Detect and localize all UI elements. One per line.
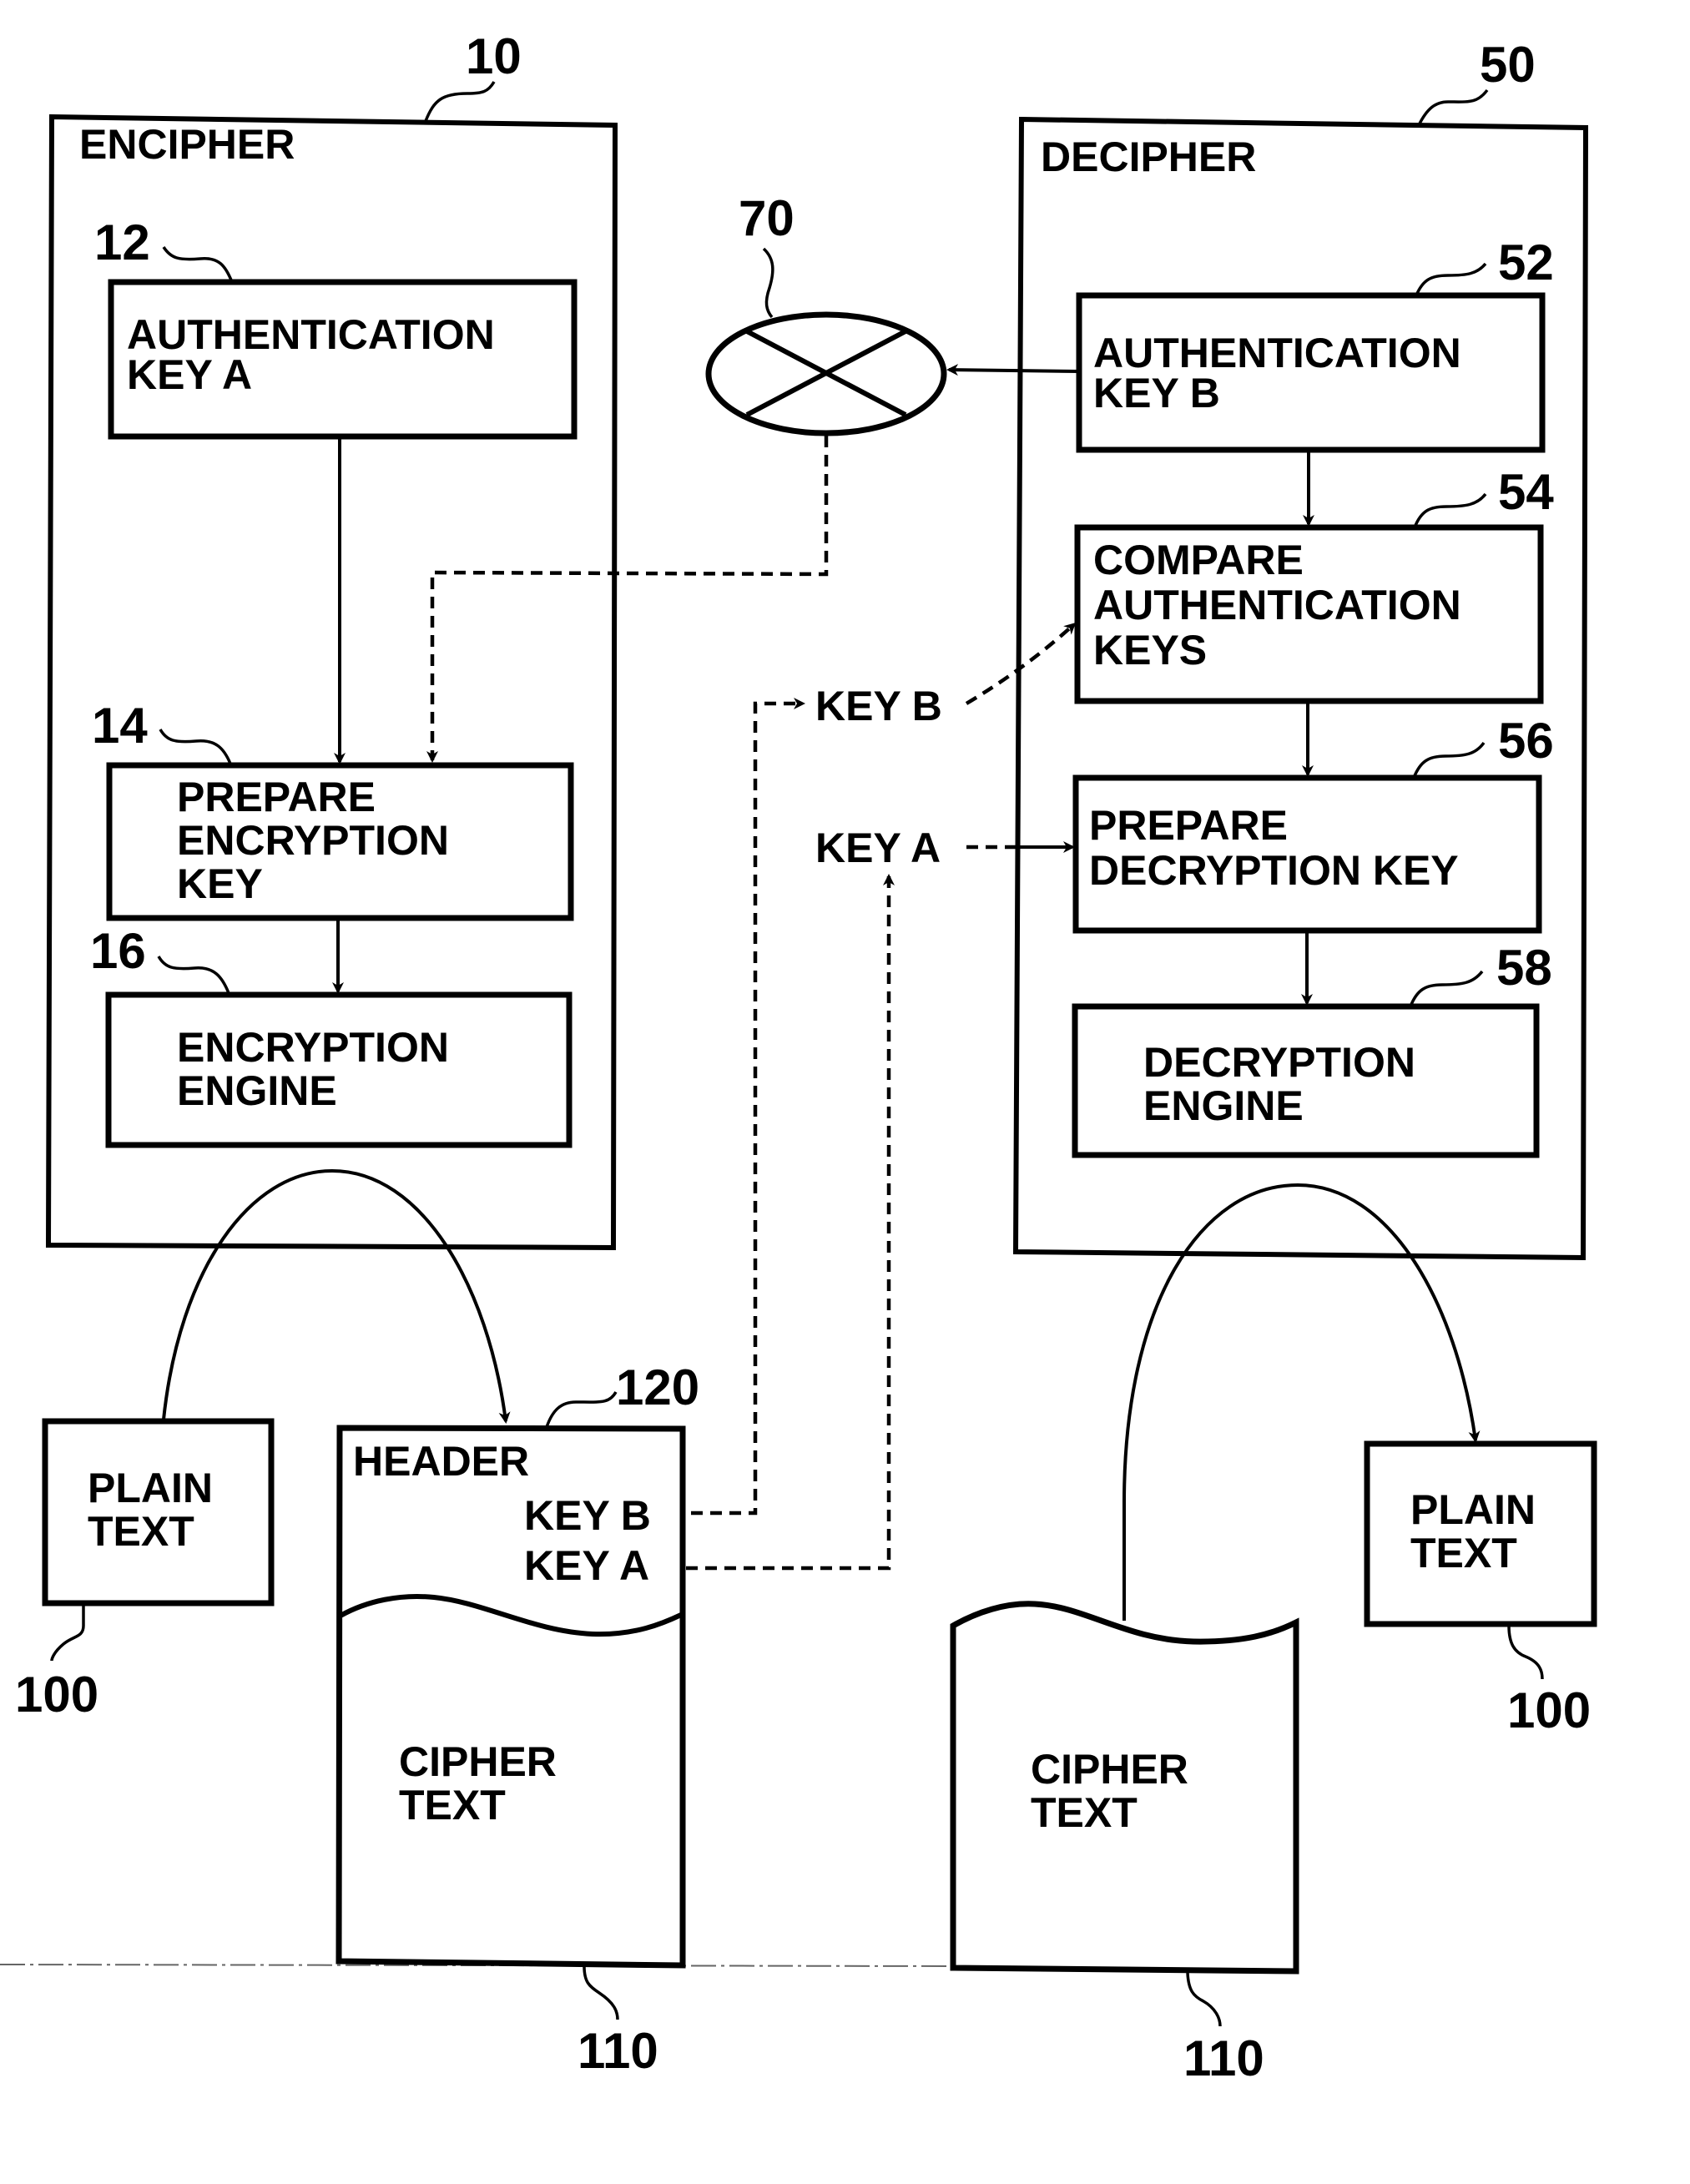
dashed-combiner-to-14 xyxy=(426,436,829,763)
cipher-doc-left-header-label: HEADER xyxy=(353,1438,529,1485)
encipher-ref: 10 xyxy=(466,28,522,84)
decipher-ref-leader xyxy=(1417,88,1489,126)
cipher-doc-left-body-line1: CIPHER xyxy=(399,1738,557,1785)
block-12-ref-leader xyxy=(162,246,234,283)
encryption-engine-line2: ENGINE xyxy=(177,1067,337,1114)
plain-text-left-line1: PLAIN xyxy=(88,1465,213,1511)
arc-plain-to-cipher xyxy=(162,1168,511,1424)
prepare-encryption-key-line2: ENCRYPTION xyxy=(177,817,449,864)
cipher-doc-right-ref: 110 xyxy=(1183,2030,1264,2086)
plain-text-output: PLAIN TEXT 100 xyxy=(1364,1440,1597,1738)
cipher-doc-left-body-line2: TEXT xyxy=(399,1782,506,1828)
authentication-key-b-line2: KEY B xyxy=(1093,370,1220,416)
block-54-ref-leader xyxy=(1413,492,1487,528)
compare-keys-line2: AUTHENTICATION xyxy=(1093,582,1461,628)
cipher-doc-left-ref-leader xyxy=(583,1965,619,2020)
block-54-ref: 54 xyxy=(1498,464,1554,520)
cipher-document-right: CIPHER TEXT 110 xyxy=(950,1601,1299,2086)
cipher-doc-right-body-line2: TEXT xyxy=(1031,1789,1138,1836)
combiner-70: 70 xyxy=(426,190,1079,763)
header-ref-leader xyxy=(545,1391,618,1428)
arrow-52-to-combiner xyxy=(946,364,1079,376)
block-12-ref: 12 xyxy=(94,214,150,270)
header-ref: 120 xyxy=(616,1359,699,1415)
prepare-decryption-key-line2: DECRYPTION KEY xyxy=(1089,847,1459,894)
prepare-decryption-key-block: PREPARE DECRYPTION KEY 56 xyxy=(1072,713,1554,934)
block-14-ref-leader xyxy=(159,729,232,764)
block-56-ref-leader xyxy=(1412,741,1486,779)
block-58-ref: 58 xyxy=(1496,940,1552,996)
cipher-document-left: HEADER KEY B KEY A CIPHER TEXT 120 110 xyxy=(335,1359,699,2079)
decipher-title: DECIPHER xyxy=(1041,134,1256,180)
decipher-unit: DECIPHER 50 AUTHENTICATION KEY B 52 COMP… xyxy=(1012,37,1589,1261)
floating-key-b-label: KEY B xyxy=(815,683,942,729)
authentication-key-a-block: AUTHENTICATION KEY A 12 xyxy=(94,214,578,440)
compare-authentication-keys-block: COMPARE AUTHENTICATION KEYS 54 xyxy=(1074,464,1554,704)
block-14-ref: 14 xyxy=(92,698,148,754)
decipher-ref: 50 xyxy=(1480,37,1536,93)
encryption-system-diagram: ENCIPHER 10 AUTHENTICATION KEY A 12 PREP… xyxy=(0,28,1597,2086)
encipher-title: ENCIPHER xyxy=(79,121,295,168)
plain-text-right-line1: PLAIN xyxy=(1410,1486,1536,1533)
prepare-encryption-key-line3: KEY xyxy=(177,860,263,907)
plain-text-right-line2: TEXT xyxy=(1410,1530,1517,1576)
plain-text-right-ref: 100 xyxy=(1507,1682,1591,1738)
dashed-header-key-b-to-label xyxy=(691,698,805,1516)
encipher-ref-leader xyxy=(424,81,496,122)
decryption-engine-line2: ENGINE xyxy=(1143,1082,1304,1129)
decryption-engine-block: DECRYPTION ENGINE 58 xyxy=(1072,940,1552,1158)
cipher-doc-left-key-a: KEY A xyxy=(524,1542,649,1589)
plain-text-right-ref-leader xyxy=(1507,1625,1544,1680)
plain-text-input: PLAIN TEXT 100 xyxy=(15,1418,275,1722)
prepare-decryption-key-line1: PREPARE xyxy=(1089,802,1288,849)
authentication-key-a-line2: KEY A xyxy=(127,351,252,398)
encipher-unit: ENCIPHER 10 AUTHENTICATION KEY A 12 PREP… xyxy=(45,28,618,1251)
combiner-ref-leader xyxy=(762,247,774,319)
prepare-encryption-key-line1: PREPARE xyxy=(177,774,376,820)
cipher-doc-right-ref-leader xyxy=(1186,1972,1222,2027)
compare-keys-line3: KEYS xyxy=(1093,627,1207,673)
cipher-doc-left-ref: 110 xyxy=(578,2023,658,2079)
authentication-key-b-block: AUTHENTICATION KEY B 52 xyxy=(1076,235,1554,453)
decryption-engine-line1: DECRYPTION xyxy=(1143,1039,1415,1086)
combiner-ref: 70 xyxy=(739,190,795,246)
block-56-ref: 56 xyxy=(1498,713,1554,769)
block-58-ref-leader xyxy=(1409,970,1484,1007)
compare-keys-line1: COMPARE xyxy=(1093,537,1304,583)
dashed-header-key-a-to-label xyxy=(686,874,895,1571)
plain-text-left-ref-leader xyxy=(50,1605,85,1662)
encryption-engine-block: ENCRYPTION ENGINE 16 xyxy=(90,923,573,1148)
block-16-ref-leader xyxy=(157,956,230,994)
scan-artifact-line xyxy=(0,1964,952,1967)
cipher-doc-left-key-b: KEY B xyxy=(524,1492,651,1539)
cipher-doc-right-body-line1: CIPHER xyxy=(1031,1746,1188,1793)
floating-key-a-label: KEY A xyxy=(815,825,941,871)
prepare-encryption-key-block: PREPARE ENCRYPTION KEY 14 xyxy=(92,698,574,921)
encryption-engine-line1: ENCRYPTION xyxy=(177,1024,449,1071)
block-16-ref: 16 xyxy=(90,923,146,979)
plain-text-left-line2: TEXT xyxy=(88,1508,194,1555)
block-52-ref-leader xyxy=(1415,262,1487,296)
block-52-ref: 52 xyxy=(1498,235,1554,290)
plain-text-left-ref: 100 xyxy=(15,1667,98,1722)
